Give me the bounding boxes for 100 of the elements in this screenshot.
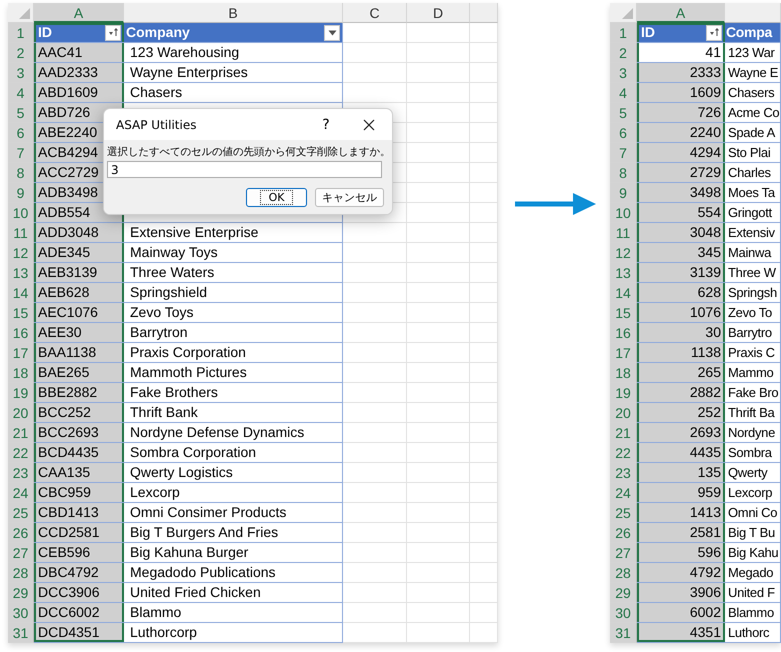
row-header[interactable]: 21 (8, 423, 34, 443)
table-cell-text: 6002 (688, 603, 722, 622)
row-header[interactable]: 28 (8, 563, 34, 583)
row-header[interactable]: 17 (8, 343, 34, 363)
empty-cell (470, 163, 498, 183)
row-header[interactable]: 20 (8, 403, 34, 423)
row-header[interactable]: 14 (8, 283, 34, 303)
help-button[interactable]: ? (306, 116, 346, 132)
header-cell: ID (38, 23, 52, 42)
row-header[interactable]: 5 (610, 103, 637, 123)
row-header[interactable]: 1 (8, 23, 34, 43)
column-header[interactable]: C (343, 3, 407, 23)
row-header[interactable]: 6 (8, 123, 34, 143)
row-header[interactable]: 31 (610, 623, 637, 643)
empty-cell (407, 263, 470, 283)
row-header[interactable]: 20 (610, 403, 637, 423)
row-header[interactable]: 4 (8, 83, 34, 103)
row-header[interactable]: 7 (610, 143, 637, 163)
column-header[interactable]: A (34, 3, 124, 23)
table-cell-text: DCC6002 (37, 603, 100, 622)
row-header[interactable]: 6 (610, 123, 637, 143)
row-header[interactable]: 4 (610, 83, 637, 103)
row-header[interactable]: 31 (8, 623, 34, 643)
filter-button[interactable] (324, 24, 340, 40)
row-header[interactable]: 18 (8, 363, 34, 383)
empty-cell (407, 203, 470, 223)
row-header[interactable]: 22 (610, 443, 637, 463)
row-header[interactable]: 30 (610, 603, 637, 623)
row-header[interactable]: 19 (610, 383, 637, 403)
row-header[interactable]: 11 (8, 223, 34, 243)
row-header[interactable]: 14 (610, 283, 637, 303)
row-header[interactable]: 11 (610, 223, 637, 243)
table-cell-text: Blammo (727, 604, 775, 622)
row-header[interactable]: 13 (610, 263, 637, 283)
table-cell-text: Springshield (129, 283, 208, 302)
column-header[interactable]: D (407, 3, 470, 23)
row-header[interactable]: 15 (610, 303, 637, 323)
table-cell-text: 4435 (688, 443, 722, 462)
row-header[interactable]: 10 (610, 203, 637, 223)
column-header[interactable]: A (637, 3, 725, 23)
row-header[interactable]: 27 (610, 543, 637, 563)
row-header[interactable]: 24 (8, 483, 34, 503)
triangle-icon (19, 8, 30, 19)
row-header[interactable]: 16 (610, 323, 637, 343)
empty-cell (470, 423, 498, 443)
table-cell-text: AAC41 (37, 43, 84, 62)
dialog-button[interactable]: OK (246, 188, 307, 207)
row-header[interactable]: 2 (610, 43, 637, 63)
table-cell-text: BCC252 (37, 403, 92, 422)
row-header[interactable]: 2 (8, 43, 34, 63)
row-header[interactable]: 21 (610, 423, 637, 443)
table-cell-text: Charles (727, 164, 772, 182)
sort-filter-button[interactable] (105, 24, 121, 40)
row-header[interactable]: 27 (8, 543, 34, 563)
row-header[interactable]: 8 (610, 163, 637, 183)
table-cell-text: Wayne Enterprises (129, 63, 249, 82)
row-header[interactable]: 16 (8, 323, 34, 343)
row-header[interactable]: 28 (610, 563, 637, 583)
row-header[interactable]: 23 (8, 463, 34, 483)
empty-cell (343, 403, 407, 423)
row-header[interactable]: 30 (8, 603, 34, 623)
input-field[interactable]: 3 (107, 161, 382, 178)
dialog-button[interactable]: キャンセル (315, 188, 384, 207)
empty-cell (343, 83, 407, 103)
table-cell-text: Three W (727, 264, 777, 282)
row-header[interactable]: 10 (8, 203, 34, 223)
row-header[interactable]: 24 (610, 483, 637, 503)
empty-cell (343, 323, 407, 343)
row-header[interactable]: 26 (8, 523, 34, 543)
row-header[interactable]: 9 (610, 183, 637, 203)
table-cell-text: AEC1076 (37, 303, 99, 322)
row-header[interactable]: 1 (610, 23, 637, 43)
sort-filter-button[interactable] (706, 24, 722, 40)
row-header[interactable]: 9 (8, 183, 34, 203)
row-header[interactable]: 29 (8, 583, 34, 603)
row-header[interactable]: 3 (8, 63, 34, 83)
row-header[interactable]: 25 (610, 503, 637, 523)
row-header[interactable]: 17 (610, 343, 637, 363)
row-header[interactable]: 12 (8, 243, 34, 263)
table-cell-text: Big T Burgers And Fries (129, 523, 280, 542)
row-header[interactable]: 5 (8, 103, 34, 123)
row-header[interactable]: 15 (8, 303, 34, 323)
empty-cell (407, 163, 470, 183)
row-header[interactable]: 8 (8, 163, 34, 183)
column-header[interactable]: B (124, 3, 343, 23)
row-header[interactable]: 13 (8, 263, 34, 283)
header-cell: Compa (726, 23, 772, 42)
row-header[interactable]: 25 (8, 503, 34, 523)
row-header[interactable]: 23 (610, 463, 637, 483)
row-header[interactable]: 12 (610, 243, 637, 263)
row-header[interactable]: 18 (610, 363, 637, 383)
table-cell-text: Mainwa (727, 244, 772, 262)
empty-cell (470, 583, 498, 603)
row-header[interactable]: 29 (610, 583, 637, 603)
row-header[interactable]: 3 (610, 63, 637, 83)
row-header[interactable]: 19 (8, 383, 34, 403)
row-header[interactable]: 22 (8, 443, 34, 463)
table-cell-text: Mammo (727, 364, 774, 382)
row-header[interactable]: 26 (610, 523, 637, 543)
row-header[interactable]: 7 (8, 143, 34, 163)
